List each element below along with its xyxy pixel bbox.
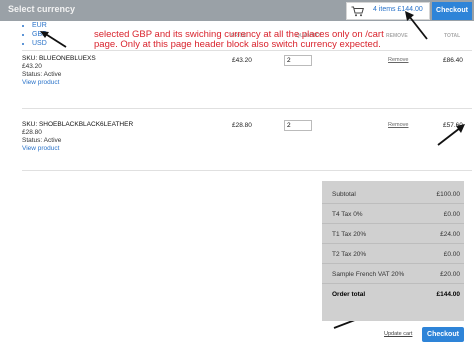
cart-summary[interactable]: 4 items £144.00	[373, 6, 423, 13]
totals-label: T4 Tax 0%	[332, 211, 363, 218]
totals-value: £24.00	[440, 231, 460, 238]
totals-value: £20.00	[440, 271, 460, 278]
totals-label: Order total	[332, 291, 366, 298]
quantity-input[interactable]	[284, 55, 312, 66]
item-unit-price: £28.80	[22, 129, 42, 136]
row-divider	[22, 108, 472, 109]
item-price: £28.80	[232, 122, 252, 129]
update-cart-button[interactable]: Update cart	[384, 331, 412, 337]
item-total: £57.60	[443, 122, 463, 129]
item-price: £43.20	[232, 57, 252, 64]
quantity-input[interactable]	[284, 120, 312, 131]
row-divider	[22, 170, 472, 171]
totals-value: £100.00	[436, 191, 461, 198]
checkout-button[interactable]: Checkout	[422, 327, 464, 342]
remove-link[interactable]: Remove	[388, 122, 408, 128]
cart-icon	[351, 6, 364, 17]
totals-label: Subtotal	[332, 191, 356, 198]
row-divider	[22, 50, 472, 51]
totals-label: Sample French VAT 20%	[332, 271, 405, 278]
annotation-note: selected GBP and its swiching currency a…	[94, 29, 384, 50]
totals-row-tax: T4 Tax 0% £0.00	[322, 205, 464, 224]
currency-dropdown: EUR GBP USD	[20, 21, 68, 48]
totals-value: £144.00	[436, 291, 461, 298]
order-totals: Subtotal £100.00 T4 Tax 0% £0.00 T1 Tax …	[322, 181, 464, 321]
totals-value: £0.00	[443, 211, 460, 218]
totals-label: T2 Tax 20%	[332, 251, 367, 258]
column-total: TOTAL	[444, 33, 461, 39]
item-unit-price: £43.20	[22, 63, 42, 70]
totals-row-vat: Sample French VAT 20% £20.00	[322, 265, 464, 284]
totals-row-tax: T2 Tax 20% £0.00	[322, 245, 464, 264]
totals-label: T1 Tax 20%	[332, 231, 367, 238]
currency-option-eur[interactable]: EUR	[32, 21, 68, 30]
currency-option-gbp[interactable]: GBP	[32, 30, 68, 39]
totals-row-tax: T1 Tax 20% £24.00	[322, 225, 464, 244]
item-status: Status: Active	[22, 71, 62, 78]
item-status: Status: Active	[22, 137, 62, 144]
mini-cart[interactable]: 4 items £144.00	[346, 2, 430, 20]
header-checkout-button[interactable]: Checkout	[432, 2, 472, 20]
currency-option-usd[interactable]: USD	[32, 39, 68, 48]
remove-link[interactable]: Remove	[388, 57, 408, 63]
view-product-link[interactable]: View product	[22, 145, 472, 153]
totals-row-subtotal: Subtotal £100.00	[322, 185, 464, 204]
header-bar: Select currency 4 items £144.00 Checkout	[0, 0, 474, 21]
currency-selector-title[interactable]: Select currency	[8, 4, 75, 14]
totals-value: £0.00	[443, 251, 460, 258]
view-product-link[interactable]: View product	[22, 79, 472, 87]
totals-row-order-total: Order total £144.00	[322, 285, 464, 304]
item-total: £86.40	[443, 57, 463, 64]
